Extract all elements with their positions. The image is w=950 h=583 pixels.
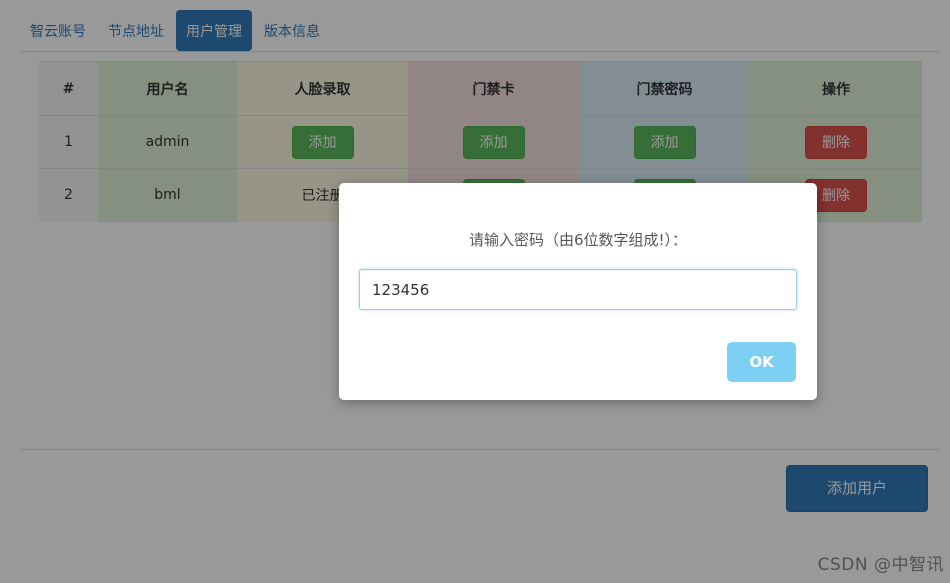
password-prompt-dialog: 请输入密码（由6位数字组成!）： OK [339, 183, 817, 400]
dialog-title: 请输入密码（由6位数字组成!）： [468, 231, 688, 249]
password-input[interactable] [359, 269, 797, 310]
ok-button[interactable]: OK [727, 342, 796, 382]
